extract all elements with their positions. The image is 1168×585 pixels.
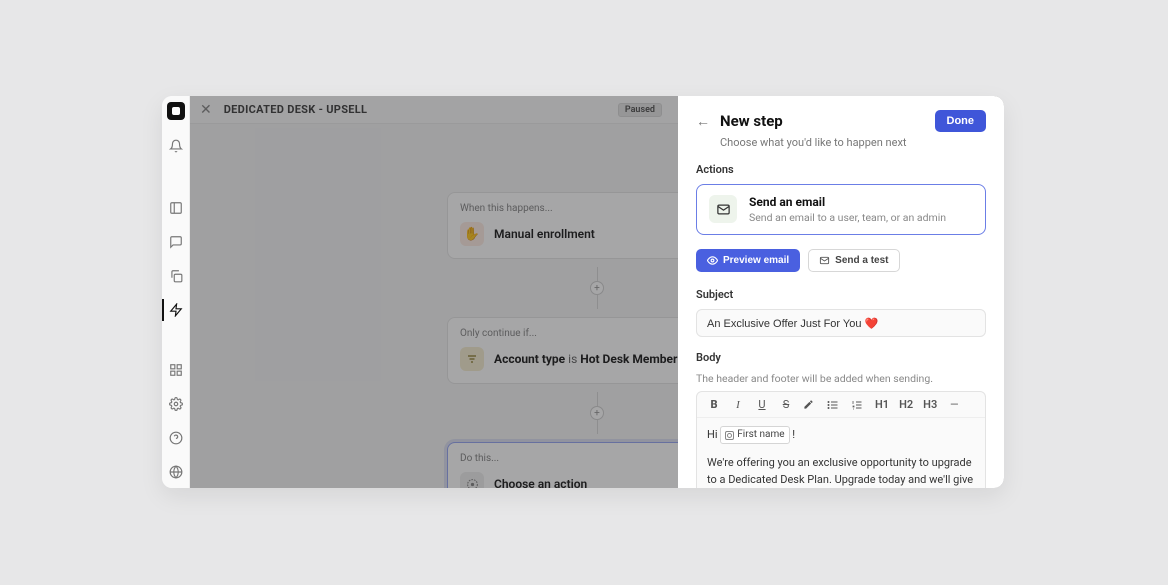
- subject-input[interactable]: [696, 309, 986, 337]
- actions-section-label: Actions: [696, 163, 986, 176]
- chat-icon[interactable]: [168, 234, 184, 250]
- main-area: ✕ DEDICATED DESK - UPSELL Paused When th…: [190, 96, 1004, 488]
- body-editor: B I U S H1 H2 H3 —: [696, 391, 986, 488]
- grid-icon[interactable]: [168, 362, 184, 378]
- bell-icon[interactable]: [168, 138, 184, 154]
- editor-toolbar: B I U S H1 H2 H3 —: [697, 392, 985, 418]
- back-icon[interactable]: ←: [696, 113, 710, 130]
- action-send-email[interactable]: Send an email Send an email to a user, t…: [696, 184, 986, 235]
- toolbar-numbered-list-icon[interactable]: [851, 399, 865, 411]
- globe-icon[interactable]: [168, 464, 184, 480]
- action-card-desc: Send an email to a user, team, or an adm…: [749, 211, 946, 224]
- action-card-title: Send an email: [749, 195, 946, 209]
- toolbar-bold[interactable]: B: [707, 398, 721, 411]
- gear-icon[interactable]: [168, 396, 184, 412]
- body-help: The header and footer will be added when…: [696, 372, 986, 385]
- toolbar-pencil-icon[interactable]: [803, 399, 817, 410]
- token-icon: [725, 431, 734, 440]
- merge-token-first-name[interactable]: First name: [720, 426, 789, 444]
- body-paragraph: We're offering you an exclusive opportun…: [707, 454, 975, 488]
- subject-label: Subject: [696, 288, 986, 301]
- toolbar-strike[interactable]: S: [779, 398, 793, 411]
- bolt-icon[interactable]: [168, 302, 184, 318]
- sidebar: [162, 96, 190, 488]
- copy-icon[interactable]: [168, 268, 184, 284]
- mail-icon: [709, 195, 737, 223]
- toolbar-h1[interactable]: H1: [875, 398, 889, 411]
- preview-email-button[interactable]: Preview email: [696, 249, 800, 272]
- toolbar-h3[interactable]: H3: [923, 398, 937, 411]
- app-logo[interactable]: [167, 102, 185, 120]
- body-label: Body: [696, 351, 986, 364]
- app-window: ✕ DEDICATED DESK - UPSELL Paused When th…: [162, 96, 1004, 488]
- toolbar-underline[interactable]: U: [755, 398, 769, 411]
- toolbar-italic[interactable]: I: [731, 399, 745, 411]
- send-test-button[interactable]: Send a test: [808, 249, 899, 272]
- done-button[interactable]: Done: [935, 110, 987, 132]
- help-icon[interactable]: [168, 430, 184, 446]
- panel-title: New step: [720, 112, 783, 130]
- greeting-suffix: !: [790, 428, 796, 441]
- panel-subtitle: Choose what you'd like to happen next: [720, 136, 986, 149]
- toolbar-h2[interactable]: H2: [899, 398, 913, 411]
- greeting-prefix: Hi: [707, 428, 720, 441]
- toolbar-bullet-list-icon[interactable]: [827, 399, 841, 411]
- toolbar-divider-icon[interactable]: —: [947, 398, 961, 411]
- layout-icon[interactable]: [168, 200, 184, 216]
- side-panel: ← New step Done Choose what you'd like t…: [678, 96, 1004, 488]
- editor-body[interactable]: Hi First name ! We're offering you an ex…: [697, 418, 985, 488]
